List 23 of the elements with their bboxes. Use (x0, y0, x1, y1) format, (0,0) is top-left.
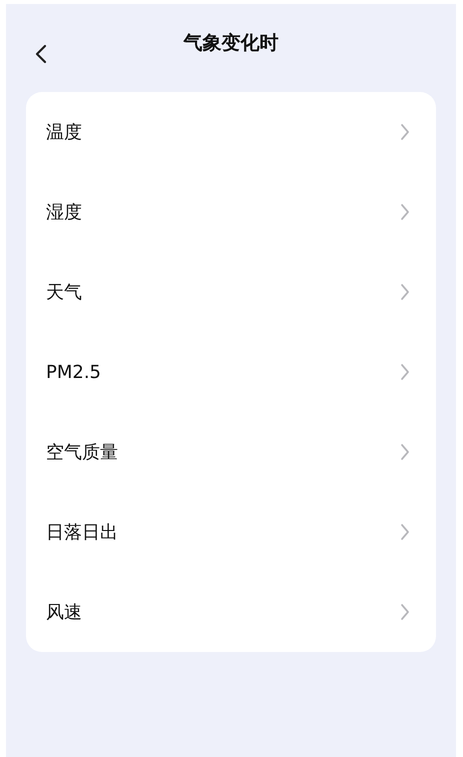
item-label: 风速 (46, 600, 82, 624)
back-icon[interactable] (34, 44, 48, 64)
chevron-right-icon (400, 123, 410, 141)
item-label: 天气 (46, 280, 82, 304)
list-item[interactable]: 日落日出 (26, 492, 436, 572)
item-label: 湿度 (46, 200, 82, 224)
list-item[interactable]: 天气 (26, 252, 436, 332)
item-label: 温度 (46, 120, 82, 144)
list-item[interactable]: 湿度 (26, 172, 436, 252)
chevron-right-icon (400, 523, 410, 541)
page-title: 气象变化时 (184, 30, 278, 56)
chevron-right-icon (400, 363, 410, 381)
chevron-right-icon (400, 283, 410, 301)
item-label: 日落日出 (46, 520, 118, 544)
list-item[interactable]: 风速 (26, 572, 436, 652)
chevron-right-icon (400, 203, 410, 221)
list-item[interactable]: 空气质量 (26, 412, 436, 492)
list-item[interactable]: 温度 (26, 92, 436, 172)
item-label: 空气质量 (46, 440, 118, 464)
chevron-right-icon (400, 443, 410, 461)
item-label: PM2.5 (46, 360, 102, 384)
list-item[interactable]: PM2.5 (26, 332, 436, 412)
chevron-right-icon (400, 603, 410, 621)
